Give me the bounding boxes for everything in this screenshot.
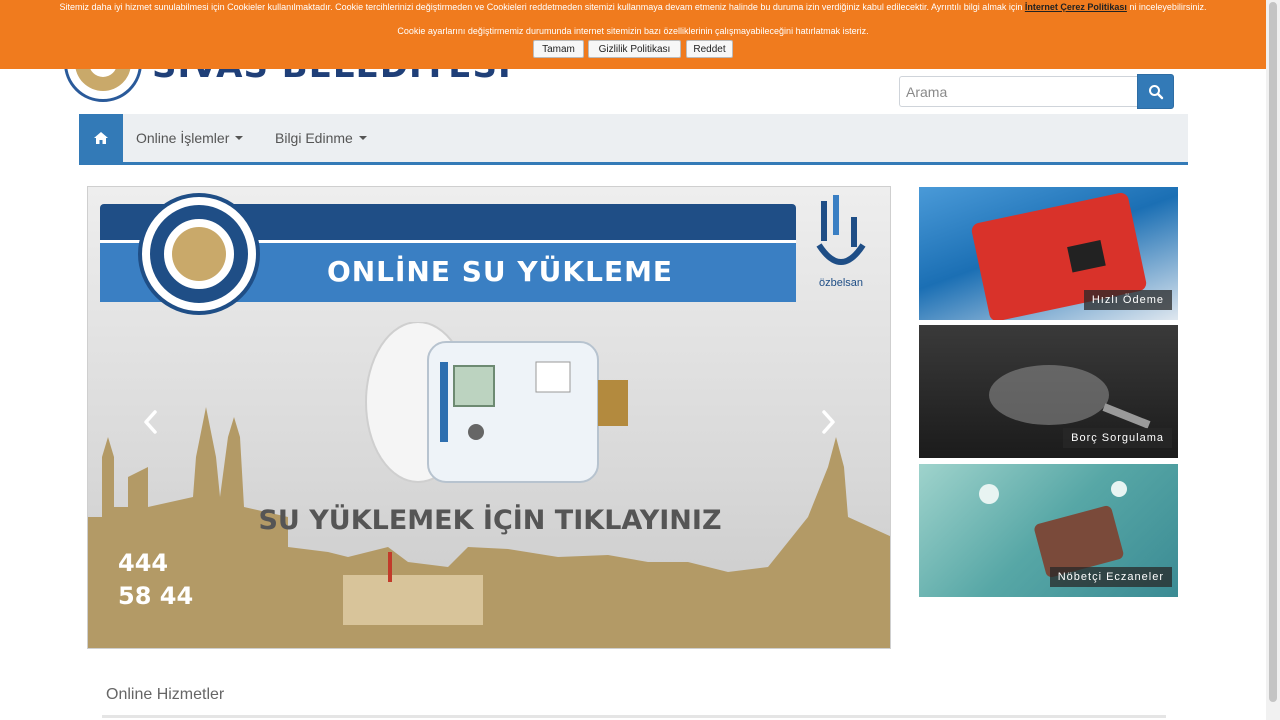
tile-hizli-odeme[interactable]: Hızlı Ödeme [919, 187, 1178, 320]
ozbelsan-logo: özbelsan [806, 195, 876, 305]
home-icon [94, 132, 108, 144]
tile-label: Borç Sorgulama [1063, 428, 1172, 448]
cookie-text-line2: Cookie ayarlarını değiştirmemiz durumund… [397, 26, 869, 36]
nav-item-bilgi-edinme[interactable]: Bilgi Edinme [275, 114, 367, 162]
cookie-privacy-button[interactable]: Gizlilik Politikası [588, 40, 681, 58]
page-scrollbar[interactable] [1266, 0, 1280, 720]
carousel-prev-button[interactable] [136, 407, 166, 437]
main-navbar: Online İşlemler Bilgi Edinme [79, 114, 1188, 165]
search-icon [1148, 84, 1163, 99]
municipality-seal-icon [138, 193, 260, 315]
cookie-policy-link[interactable]: İnternet Çerez Politikası [1025, 2, 1127, 12]
cookie-text-suffix: ni inceleyebilirsiniz. [1129, 2, 1207, 12]
tile-label: Nöbetçi Eczaneler [1049, 567, 1172, 587]
cookie-accept-button[interactable]: Tamam [533, 40, 584, 58]
cookie-reject-button[interactable]: Reddet [686, 40, 733, 58]
banner-carousel[interactable]: ONLİNE SU YÜKLEME özbelsan 444 58 44 SU … [87, 186, 891, 649]
nav-item-label: Bilgi Edinme [275, 130, 353, 146]
tile-borc-sorgulama[interactable]: Borç Sorgulama [919, 325, 1178, 458]
cookie-text: Sitemiz daha iyi hizmet sunulabilmesi iç… [59, 2, 1023, 12]
nav-item-label: Online İşlemler [136, 130, 230, 146]
search-input[interactable] [899, 76, 1137, 107]
chevron-left-icon [144, 410, 157, 434]
caret-down-icon [358, 136, 367, 140]
nav-item-online-islemler[interactable]: Online İşlemler [136, 114, 244, 162]
carousel-next-button[interactable] [813, 407, 843, 437]
cookie-text-line1: Sitemiz daha iyi hizmet sunulabilmesi iç… [0, 2, 1266, 12]
caret-down-icon [235, 136, 244, 140]
tile-label: Hızlı Ödeme [1083, 290, 1172, 310]
cookie-consent-banner: Sitemiz daha iyi hizmet sunulabilmesi iç… [0, 0, 1266, 69]
section-divider [102, 715, 1166, 718]
chevron-right-icon [822, 410, 835, 434]
brand-name: özbelsan [818, 277, 864, 289]
search-button[interactable] [1137, 74, 1174, 109]
phone-line1: 444 [118, 549, 169, 577]
section-title: Online Hizmetler [106, 686, 225, 703]
ozbelsan-logo-icon [816, 195, 866, 265]
tile-nobetci-eczaneler[interactable]: Nöbetçi Eczaneler [919, 464, 1178, 597]
scrollbar-thumb[interactable] [1269, 2, 1277, 702]
slide-call-to-action: SU YÜKLEMEK İÇİN TIKLAYINIZ [258, 505, 722, 536]
water-meter-illustration [365, 322, 628, 483]
phone-line2: 58 44 [118, 582, 194, 610]
nav-home-button[interactable] [79, 114, 123, 162]
